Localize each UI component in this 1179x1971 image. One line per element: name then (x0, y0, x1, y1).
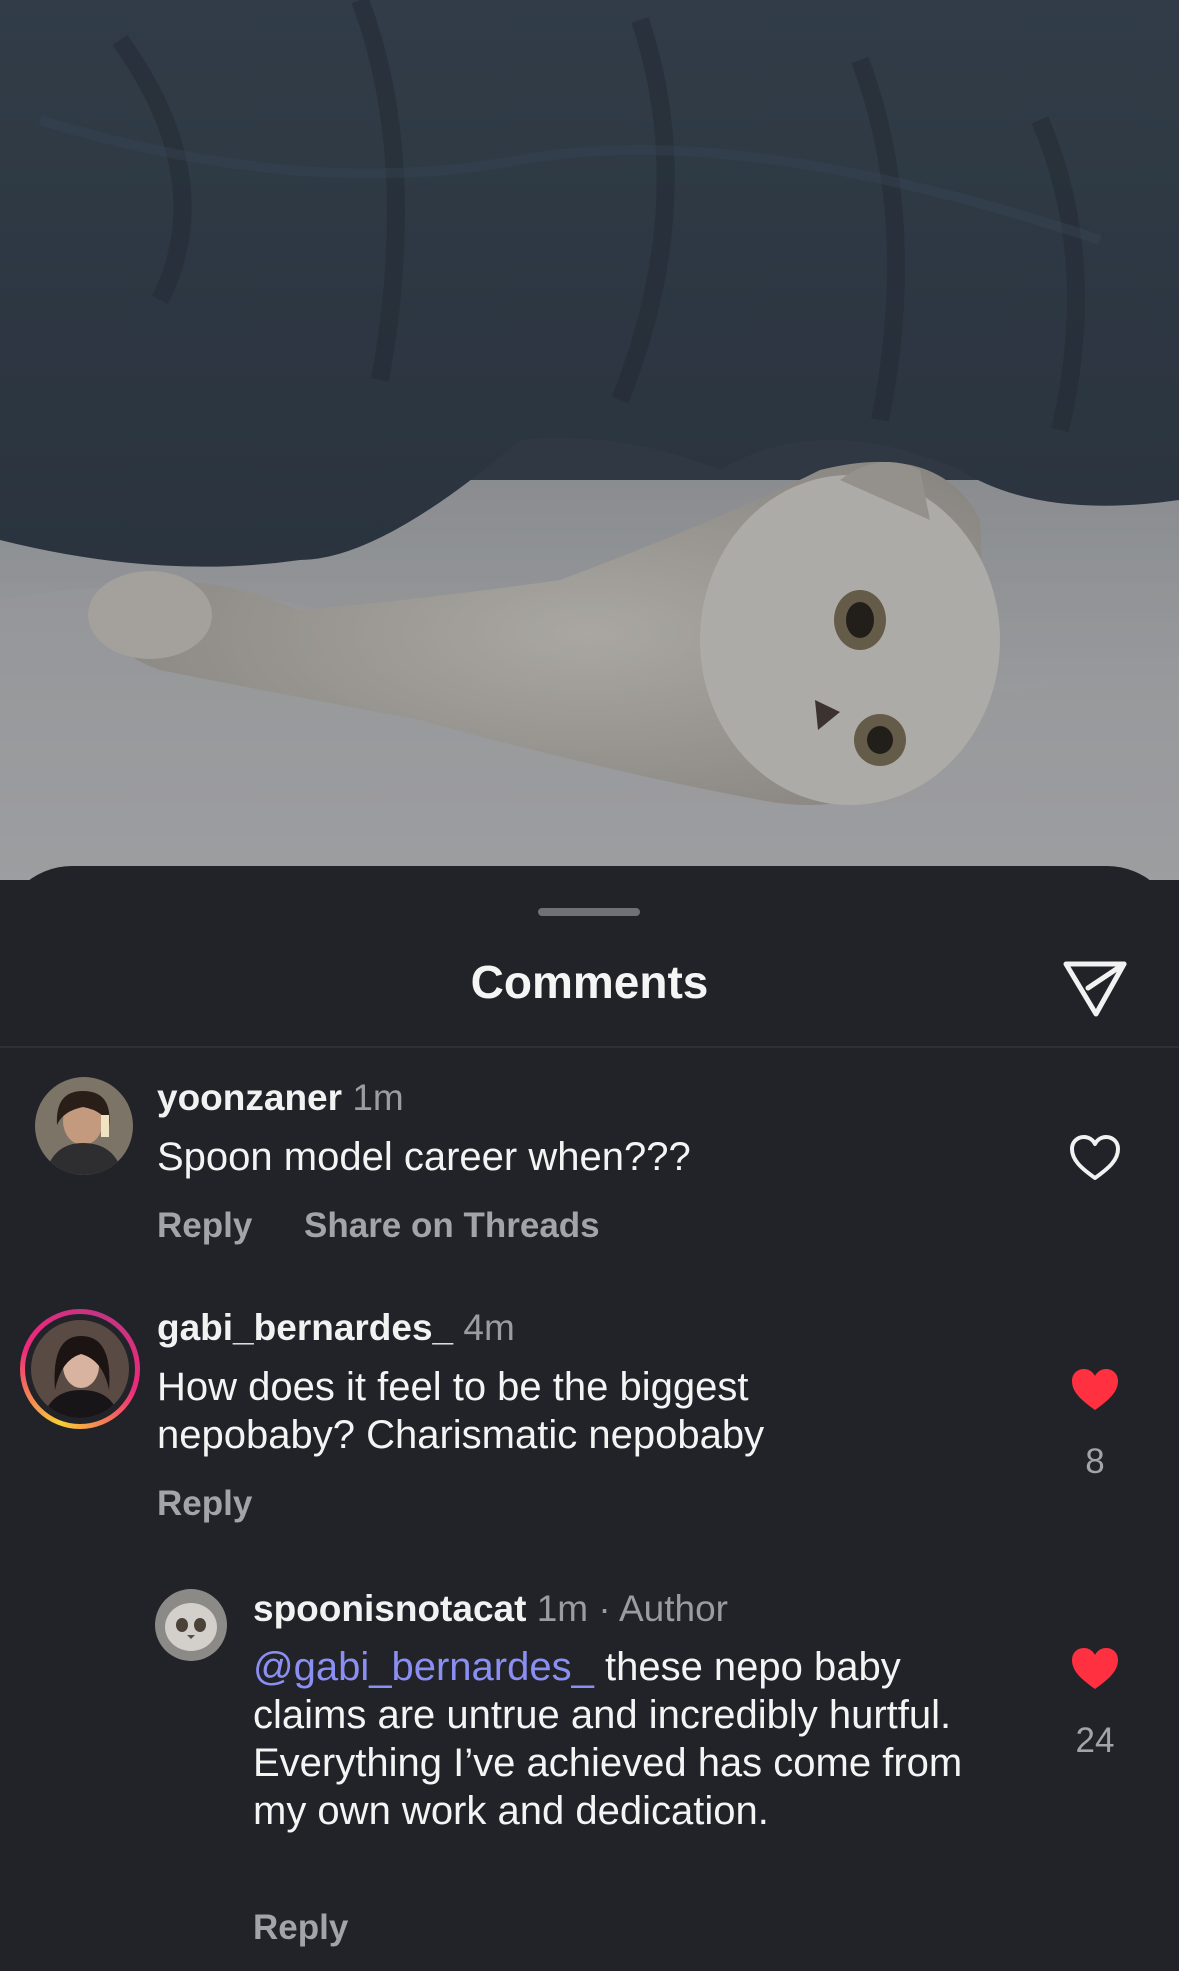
reply-button[interactable]: Reply (157, 1482, 252, 1526)
sheet-grabber[interactable] (538, 908, 640, 916)
avatar[interactable] (35, 1077, 133, 1175)
reply-button[interactable]: Reply (253, 1906, 348, 1950)
heart-filled-icon[interactable] (1069, 1645, 1121, 1693)
author-tag: · Author (598, 1588, 728, 1629)
cat-photo-illustration (0, 0, 1179, 880)
share-on-threads-button[interactable]: Share on Threads (304, 1204, 600, 1248)
comment-time: 1m (536, 1588, 589, 1629)
comment-header: yoonzaner 1m (157, 1076, 404, 1120)
like-count: 24 (1075, 1721, 1115, 1760)
comment-text: How does it feel to be the biggest nepob… (157, 1365, 765, 1457)
comment-username[interactable]: gabi_bernardes_ (157, 1307, 453, 1348)
send-icon[interactable] (1060, 952, 1130, 1022)
comment-header: gabi_bernardes_ 4m (157, 1306, 515, 1350)
mention-link[interactable]: @gabi_bernardes_ (253, 1645, 594, 1689)
heart-outline-icon[interactable] (1069, 1134, 1121, 1182)
post-photo (0, 0, 1179, 880)
sheet-title: Comments (470, 956, 709, 1008)
comment-text: @gabi_bernardes_ these nepo baby claims … (253, 1643, 993, 1835)
avatar (31, 1320, 129, 1418)
comment-header: spoonisnotacat 1m · Author (253, 1587, 728, 1631)
comment-username[interactable]: yoonzaner (157, 1077, 342, 1118)
avatar[interactable] (155, 1589, 227, 1661)
comment-username[interactable]: spoonisnotacat (253, 1588, 526, 1629)
comment-time: 1m (352, 1077, 404, 1118)
comment-text: Spoon model career when??? (157, 1135, 691, 1179)
heart-filled-icon[interactable] (1069, 1366, 1121, 1414)
comment-time: 4m (463, 1307, 515, 1348)
reply-button[interactable]: Reply (157, 1204, 252, 1248)
story-ring[interactable] (20, 1309, 140, 1429)
header-divider (0, 1046, 1179, 1048)
like-count: 8 (1085, 1442, 1105, 1481)
